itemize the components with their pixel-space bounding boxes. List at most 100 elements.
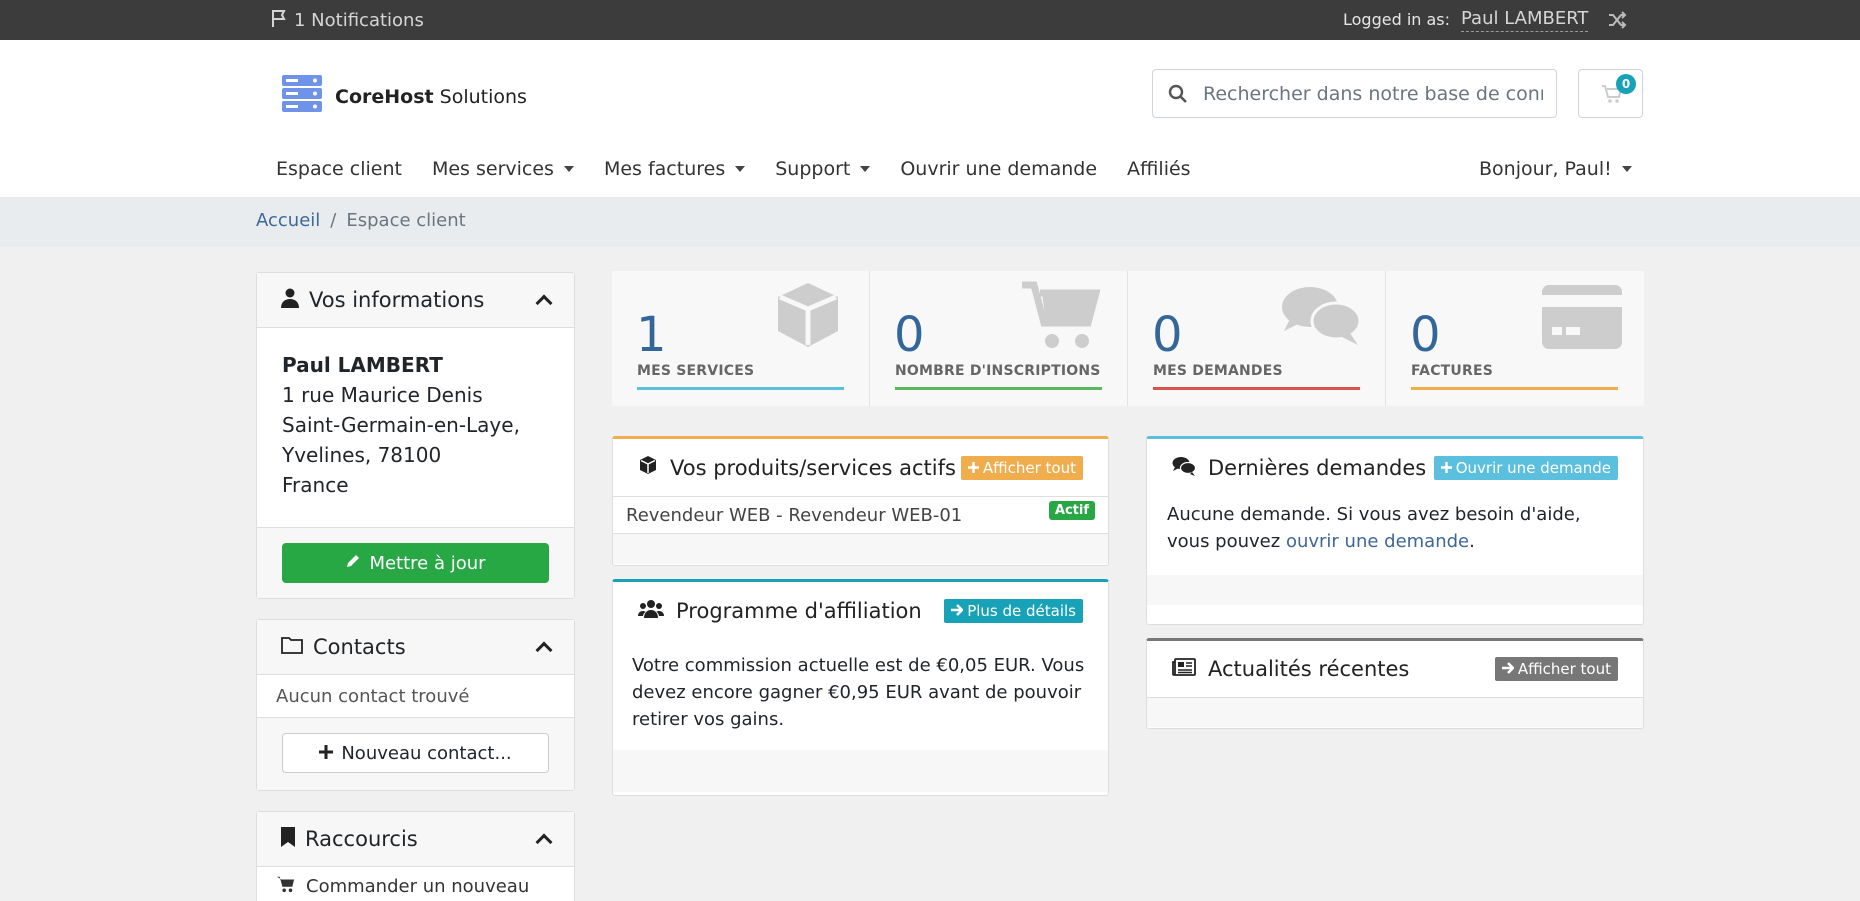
shortcuts-card-title: Raccourcis [305,827,418,851]
tile-subscriptions[interactable]: 0 NOMBRE D'INSCRIPTIONS [870,271,1128,406]
affiliate-panel: Programme d'affiliation Plus de détails … [612,579,1109,796]
tickets-underline [1153,387,1360,390]
subscriptions-count: 0 [894,307,925,363]
tile-services[interactable]: 1 MES SERVICES [612,271,870,406]
nav-ouvrir-demande[interactable]: Ouvrir une demande [900,158,1097,180]
users-icon [638,599,664,624]
brand-logo[interactable]: CoreHost Solutions [281,73,527,120]
nav-mes-services[interactable]: Mes services [432,158,574,180]
nav-mes-factures[interactable]: Mes factures [604,158,746,180]
cart-count-badge: 0 [1616,74,1636,94]
address-country: France [282,473,349,497]
flag-icon [270,8,290,33]
product-status-badge: Actif [1048,500,1095,520]
shortcuts-card-header[interactable]: Raccourcis [257,812,574,867]
tickets-panel: Dernières demandes Ouvrir une demande Au… [1146,436,1644,625]
affiliate-panel-footer [613,750,1108,792]
news-view-all-button[interactable]: Afficher tout [1494,657,1618,681]
breadcrumb: Accueil / Espace client [256,210,466,231]
invoices-label: FACTURES [1411,363,1494,379]
main-nav: Espace client Mes services Mes factures … [276,158,1221,180]
nav-support[interactable]: Support [775,158,871,180]
products-panel-footer [613,534,1108,564]
breadcrumb-home[interactable]: Accueil [256,210,320,231]
client-name: Paul LAMBERT [282,353,443,377]
caret-down-icon [563,166,574,172]
open-ticket-button[interactable]: Ouvrir une demande [1433,456,1618,480]
services-count: 1 [636,307,667,363]
address-city: Saint-Germain-en-Laye, [282,413,520,437]
tickets-panel-header: Dernières demandes Ouvrir une demande [1147,439,1643,497]
account-menu[interactable]: Bonjour, Paul! [1479,158,1632,180]
cube-icon [638,455,658,480]
shortcuts-card: Raccourcis Commander un nouveau [256,811,575,901]
tickets-panel-title: Dernières demandes [1208,456,1427,480]
cart-button[interactable]: 0 [1578,69,1643,118]
plus-icon [1440,459,1452,477]
tile-invoices[interactable]: 0 FACTURES [1386,271,1644,406]
open-ticket-link[interactable]: ouvrir une demande [1286,531,1469,552]
username-link[interactable]: Paul LAMBERT [1461,8,1589,32]
news-panel-header: Actualités récentes Afficher tout [1147,641,1643,698]
logged-in-label: Logged in as: [1343,10,1451,29]
products-panel-header: Vos produits/services actifs Afficher to… [613,439,1108,497]
chevron-up-icon[interactable] [535,641,553,659]
contacts-card-header[interactable]: Contacts [257,620,574,675]
user-icon [281,288,299,313]
subscriptions-label: NOMBRE D'INSCRIPTIONS [895,363,1101,379]
pencil-icon [345,553,361,574]
news-panel-footer [1147,698,1643,727]
stats-tiles: 1 MES SERVICES 0 NOMBRE D'INSCRIPTIONS 0… [612,271,1644,406]
subscriptions-underline [895,387,1102,390]
shuffle-icon[interactable] [1607,10,1627,35]
news-panel-title: Actualités récentes [1208,657,1410,681]
invoices-count: 0 [1410,307,1441,363]
search-input[interactable] [1203,82,1543,105]
plus-icon [319,743,334,764]
address-region: Yvelines, 78100 [282,443,442,467]
search-icon[interactable] [1153,84,1203,104]
cart-icon [276,875,296,898]
chevron-up-icon[interactable] [535,294,553,312]
info-card-header[interactable]: Vos informations [257,273,574,328]
notifications-link[interactable]: 1 Notifications [270,8,424,33]
caret-down-icon [735,166,746,172]
affiliate-panel-header: Programme d'affiliation Plus de détails [613,582,1108,640]
brand-name: CoreHost Solutions [335,85,527,108]
news-panel: Actualités récentes Afficher tout [1146,638,1644,729]
info-card: Vos informations Paul LAMBERT 1 rue Maur… [256,272,575,599]
tickets-panel-footer [1147,575,1643,605]
services-underline [637,387,844,390]
affiliate-details-button[interactable]: Plus de détails [944,599,1083,623]
update-button-label: Mettre à jour [369,552,486,574]
product-row[interactable]: Revendeur WEB - Revendeur WEB-01 Actif [613,497,1108,534]
notifications-label: 1 Notifications [294,10,424,31]
products-view-all-button[interactable]: Afficher tout [960,455,1083,480]
search-box [1152,69,1557,118]
shortcut-order-new[interactable]: Commander un nouveau [257,867,574,901]
tile-tickets[interactable]: 0 MES DEMANDES [1128,271,1386,406]
new-contact-button[interactable]: Nouveau contact... [282,733,549,773]
address-line: 1 rue Maurice Denis [282,383,483,407]
chevron-up-icon[interactable] [535,833,553,851]
arrow-right-icon [1501,660,1515,678]
newspaper-icon [1172,657,1196,681]
cube-icon [772,279,844,356]
tickets-count: 0 [1152,307,1183,363]
nav-espace-client[interactable]: Espace client [276,158,402,180]
caret-down-icon [1621,166,1632,172]
product-name: Revendeur WEB - Revendeur WEB-01 [626,504,963,526]
services-label: MES SERVICES [637,363,755,379]
tickets-label: MES DEMANDES [1153,363,1283,379]
nav-affilies[interactable]: Affiliés [1127,158,1191,180]
cart-icon [1020,279,1101,356]
credit-card-icon [1542,285,1622,354]
arrow-right-icon [951,602,964,620]
contacts-card-title: Contacts [313,635,406,659]
breadcrumb-current: Espace client [346,210,466,231]
caret-down-icon [860,166,871,172]
plus-icon [967,459,979,477]
comments-icon [1172,456,1197,481]
update-button[interactable]: Mettre à jour [282,543,549,583]
tickets-empty-text: Aucune demande. Si vous avez besoin d'ai… [1167,504,1581,552]
